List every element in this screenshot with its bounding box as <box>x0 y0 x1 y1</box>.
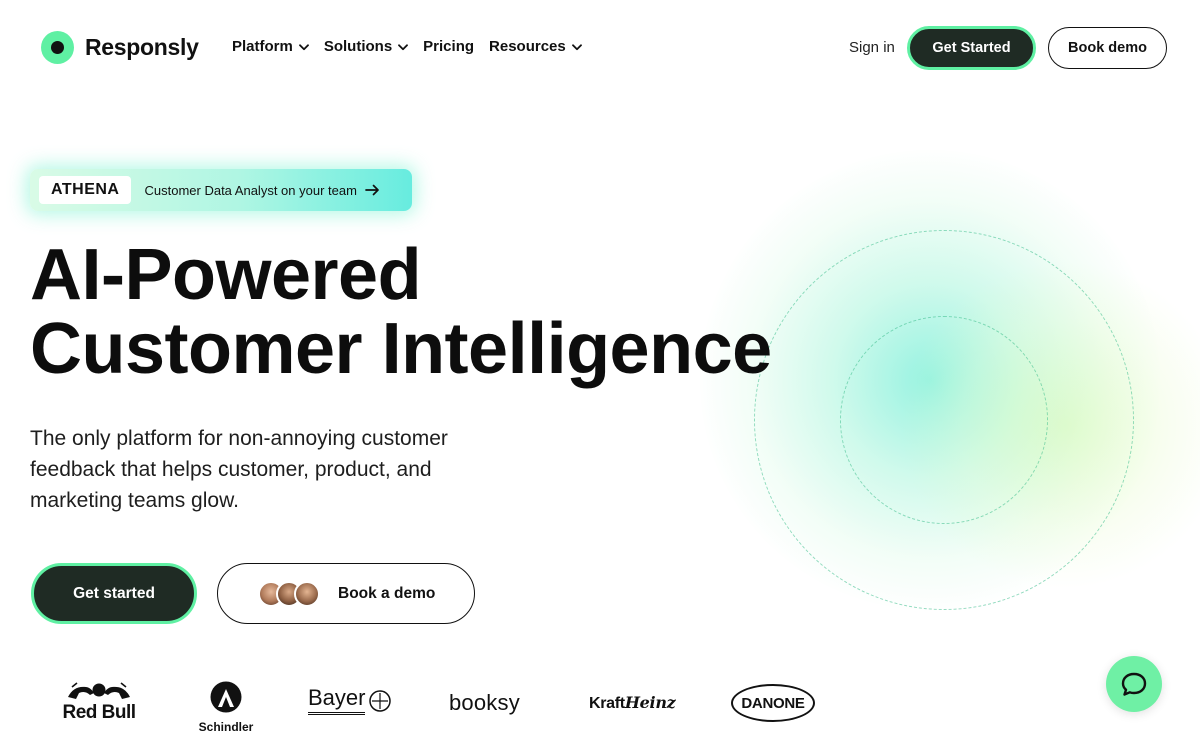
logo-bayer: Bayer <box>308 686 392 715</box>
logo-danone: DANONE <box>731 684 815 722</box>
team-avatars <box>258 580 320 607</box>
bayer-cross-icon <box>369 689 392 712</box>
nav-item-platform[interactable]: Platform <box>232 38 309 55</box>
nav-item-pricing[interactable]: Pricing <box>423 38 474 55</box>
main-nav: Platform Solutions Pricing Resources <box>232 38 582 55</box>
chat-launcher-button[interactable] <box>1106 656 1162 712</box>
hero-book-demo-button[interactable]: Book a demo <box>217 563 475 624</box>
announcement-text: Customer Data Analyst on your team <box>144 182 357 198</box>
nav-item-resources[interactable]: Resources <box>489 38 582 55</box>
announcement-tag: ATHENA <box>39 176 132 204</box>
logo-text: booksy <box>449 690 520 715</box>
sign-in-link[interactable]: Sign in <box>849 39 895 56</box>
site-header: Responsly Platform Solutions Pricing Res… <box>0 0 1200 96</box>
hero-title-line-2: Customer Intelligence <box>30 309 772 389</box>
announcement-banner[interactable]: ATHENA Customer Data Analyst on your tea… <box>30 169 412 211</box>
logo-red-bull: Red Bull <box>58 681 140 723</box>
avatar <box>294 580 320 607</box>
logo-booksy: booksy <box>449 690 520 716</box>
logo-kraftheinz: KraftHeinz <box>589 693 676 713</box>
logo-schindler: Schindler <box>196 681 256 734</box>
logo-text: Heinz <box>624 693 676 712</box>
chevron-down-icon <box>398 44 409 51</box>
logo-mark-icon <box>41 31 74 64</box>
brand-logo[interactable]: Responsly <box>41 31 199 64</box>
nav-item-label: Resources <box>489 38 566 55</box>
decorative-ring-inner <box>840 316 1048 524</box>
book-demo-label: Book a demo <box>338 584 436 602</box>
brand-name: Responsly <box>85 34 199 60</box>
hero-subtitle: The only platform for non-annoying custo… <box>30 427 448 512</box>
chevron-down-icon <box>571 44 582 51</box>
logo-text: Red Bull <box>62 702 136 723</box>
nav-item-label: Solutions <box>323 38 393 55</box>
chevron-down-icon <box>298 44 309 51</box>
hero-title: AI-Powered Customer Intelligence <box>30 238 772 386</box>
logo-text: Kraft <box>589 695 625 712</box>
book-demo-button[interactable]: Book demo <box>1048 27 1167 69</box>
red-bull-bulls-icon <box>68 682 130 699</box>
chat-bubble-icon <box>1121 672 1147 696</box>
logo-text: Schindler <box>198 720 254 734</box>
nav-item-solutions[interactable]: Solutions <box>323 38 409 55</box>
logo-text: DANONE <box>741 694 805 712</box>
nav-item-label: Pricing <box>423 38 475 55</box>
get-started-button[interactable]: Get Started <box>907 26 1036 70</box>
hero-get-started-button[interactable]: Get started <box>31 563 197 624</box>
schindler-emblem-icon <box>210 681 242 713</box>
arrow-right-icon <box>365 184 379 196</box>
nav-item-label: Platform <box>232 38 293 55</box>
hero-title-line-1: AI-Powered <box>30 235 422 315</box>
logo-text: Bayer <box>308 686 366 715</box>
